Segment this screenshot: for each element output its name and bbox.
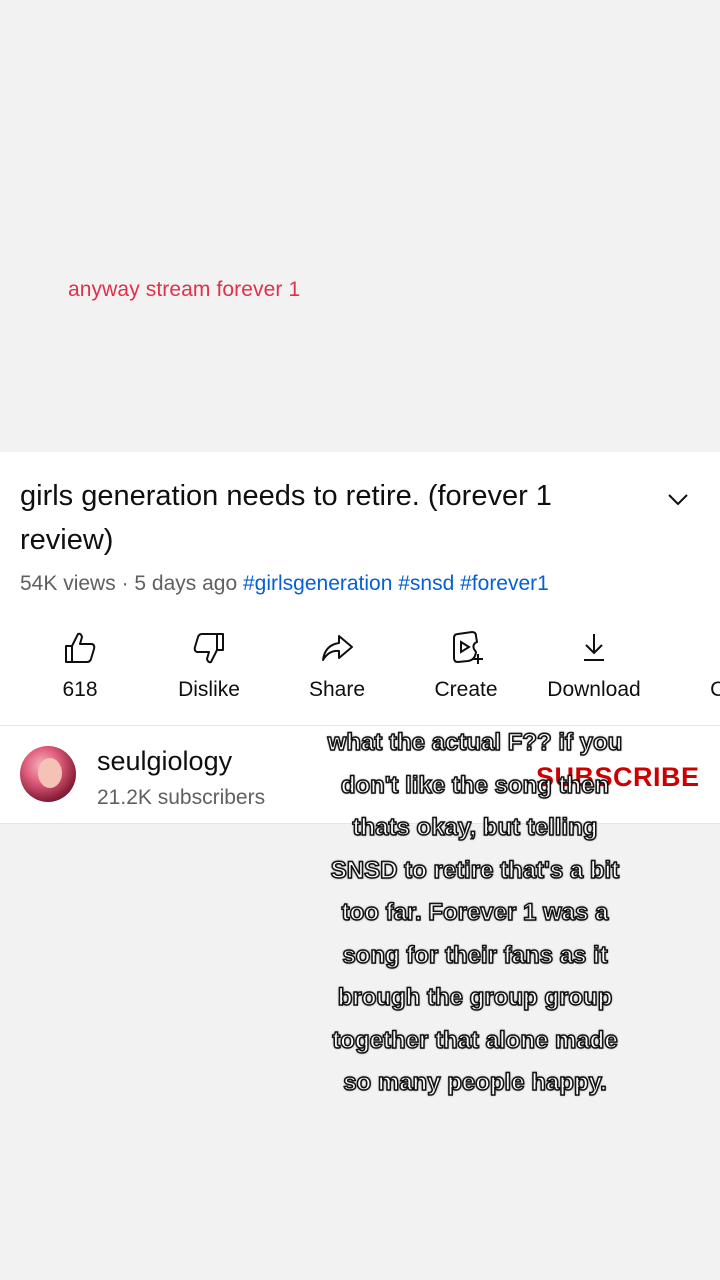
clip-icon bbox=[700, 628, 720, 668]
video-meta: 54K views · 5 days ago #girlsgeneration … bbox=[20, 572, 549, 596]
avatar-face bbox=[38, 758, 62, 788]
subscriber-count: 21.2K subscribers bbox=[97, 786, 266, 809]
share-button[interactable]: Share bbox=[267, 626, 407, 722]
thumbs-up-icon bbox=[65, 632, 96, 663]
overlay-line: thats okay, but telling bbox=[352, 813, 598, 841]
like-button[interactable]: 618 bbox=[10, 626, 150, 722]
download-icon bbox=[584, 634, 604, 661]
overlay-comment-text: what the actual F?? if you don't like th… bbox=[300, 722, 650, 1105]
overlay-line: brough the group group bbox=[337, 983, 613, 1011]
upload-age: 5 days ago bbox=[134, 572, 238, 595]
share-icon bbox=[322, 635, 353, 661]
video-caption: anyway stream forever 1 bbox=[68, 278, 301, 301]
overlay-line: what the actual F?? if you bbox=[327, 728, 623, 756]
action-bar: 618 Dislike Share Create Download Cl bbox=[0, 626, 720, 722]
download-label: Download bbox=[547, 678, 641, 701]
avatar[interactable] bbox=[20, 746, 76, 802]
overlay-line: SNSD to retire that's a bit bbox=[330, 856, 620, 884]
like-count: 618 bbox=[62, 678, 98, 701]
download-button[interactable]: Download bbox=[524, 626, 664, 722]
share-label: Share bbox=[308, 678, 366, 701]
overlay-line: so many people happy. bbox=[342, 1068, 607, 1096]
create-label: Create bbox=[434, 678, 498, 701]
channel-name[interactable]: seulgiology bbox=[97, 746, 232, 777]
create-icon bbox=[453, 630, 483, 664]
overlay-line: too far. Forever 1 was a bbox=[341, 898, 609, 926]
dislike-label: Dislike bbox=[178, 678, 240, 701]
overlay-line: song for their fans as it bbox=[342, 941, 609, 969]
video-player-area[interactable]: anyway stream forever 1 bbox=[0, 0, 720, 452]
video-title[interactable]: girls generation needs to retire. (forev… bbox=[20, 474, 640, 562]
meta-separator: · bbox=[121, 572, 135, 595]
clip-label: Cl bbox=[710, 678, 720, 701]
overlay-line: don't like the song then bbox=[340, 771, 610, 799]
overlay-line: together that alone made bbox=[332, 1026, 619, 1054]
view-count: 54K views bbox=[20, 572, 116, 595]
chevron-down-icon[interactable] bbox=[664, 486, 692, 514]
dislike-button[interactable]: Dislike bbox=[139, 626, 279, 722]
create-button[interactable]: Create bbox=[396, 626, 536, 722]
hashtags[interactable]: #girlsgeneration #snsd #forever1 bbox=[243, 572, 549, 595]
clip-button[interactable]: Cl bbox=[650, 626, 720, 722]
thumbs-down-icon bbox=[193, 633, 224, 664]
